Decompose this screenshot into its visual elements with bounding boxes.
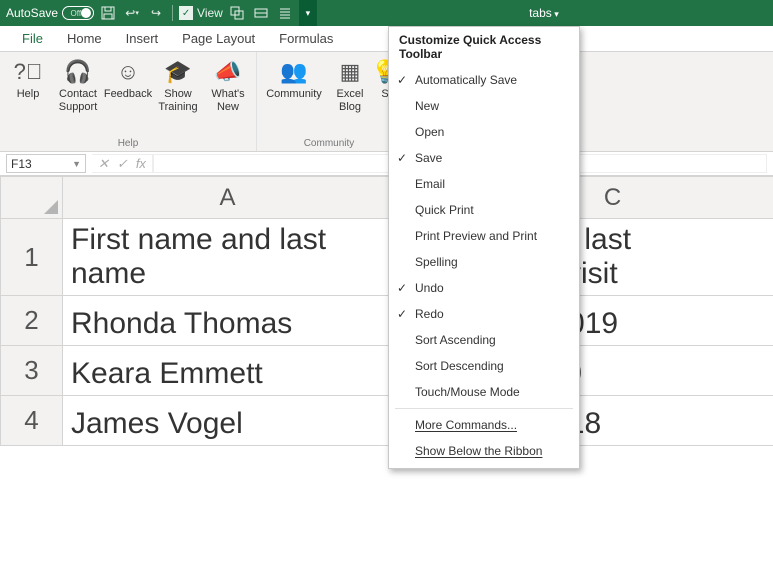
view-label: View (197, 6, 223, 20)
contact-support-button[interactable]: 🎧Contact Support (56, 56, 100, 115)
menu-item-label: Spelling (415, 255, 458, 269)
show-training-button[interactable]: 🎓Show Training (156, 56, 200, 115)
ribbon-group-label-community: Community (304, 138, 355, 149)
toggle-state: Off (71, 9, 82, 18)
headset-icon: 🎧 (64, 58, 92, 86)
select-all-corner[interactable] (1, 177, 63, 219)
menu-item-label: Sort Ascending (415, 333, 496, 347)
name-box[interactable]: F13 ▼ (6, 154, 86, 173)
autosave-label: AutoSave (6, 6, 58, 20)
qat-customize-button[interactable]: ▾ (299, 0, 317, 26)
menu-item-sort-descending[interactable]: Sort Descending (389, 353, 579, 379)
toggle-knob (81, 8, 91, 18)
cell-a4[interactable]: James Vogel (63, 396, 393, 446)
menu-item-automatically-save[interactable]: ✓Automatically Save (389, 67, 579, 93)
menu-item-label: Email (415, 177, 445, 191)
toggle-switch[interactable]: Off (62, 6, 94, 20)
tab-file[interactable]: File (10, 26, 55, 51)
tab-insert[interactable]: Insert (114, 26, 171, 51)
checkmark-icon: ✓ (389, 281, 415, 295)
menu-item-label: Save (415, 151, 442, 165)
menu-item-redo[interactable]: ✓Redo (389, 301, 579, 327)
tab-page-layout[interactable]: Page Layout (170, 26, 267, 51)
whats-new-button[interactable]: 📣What's New (206, 56, 250, 115)
col-header-a[interactable]: A (63, 177, 393, 219)
tab-formulas[interactable]: Formulas (267, 26, 345, 51)
menu-item-quick-print[interactable]: Quick Print (389, 197, 579, 223)
menu-item-label: Quick Print (415, 203, 474, 217)
menu-item-sort-ascending[interactable]: Sort Ascending (389, 327, 579, 353)
menu-item-label: Show Below the Ribbon (415, 444, 542, 458)
menu-item-open[interactable]: Open (389, 119, 579, 145)
menu-item-save[interactable]: ✓Save (389, 145, 579, 171)
menu-item-email[interactable]: Email (389, 171, 579, 197)
cell-a3[interactable]: Keara Emmett (63, 346, 393, 396)
confirm-icon[interactable]: ✓ (117, 156, 128, 172)
checkmark-icon: ✓ (389, 151, 415, 165)
menu-item-label: Redo (415, 307, 444, 321)
chevron-down-icon: ▼ (72, 159, 81, 169)
view-checkbox[interactable]: ✓ View (179, 3, 223, 23)
ribbon-group-help: ?⃝Help 🎧Contact Support ☺Feedback 🎓Show … (0, 52, 257, 151)
menu-item-print-preview-and-print[interactable]: Print Preview and Print (389, 223, 579, 249)
spreadsheet-grid: A C 1 First name and lastname Nvi of las… (0, 176, 773, 446)
menu-item-label: New (415, 99, 439, 113)
ribbon-tabs: File Home Insert Page Layout Formulas (0, 26, 773, 52)
smiley-icon: ☺ (114, 58, 142, 86)
redo-icon[interactable]: ↪ (146, 3, 166, 23)
fx-icon[interactable]: fx (136, 156, 146, 171)
row-header-2[interactable]: 2 (1, 296, 63, 346)
tab-home[interactable]: Home (55, 26, 114, 51)
menu-item-label: Touch/Mouse Mode (415, 385, 520, 399)
ribbon: ?⃝Help 🎧Contact Support ☺Feedback 🎓Show … (0, 52, 773, 152)
menu-item-touch-mouse-mode[interactable]: Touch/Mouse Mode (389, 379, 579, 405)
row-header-3[interactable]: 3 (1, 346, 63, 396)
qat-separator (172, 5, 173, 21)
menu-title: Customize Quick Access Toolbar (389, 27, 579, 67)
cancel-icon[interactable]: ✕ (98, 156, 109, 172)
checkmark-icon: ✓ (389, 307, 415, 321)
row-header-4[interactable]: 4 (1, 396, 63, 446)
menu-item-label: Undo (415, 281, 444, 295)
community-button[interactable]: 👥Community (263, 56, 325, 103)
menu-item-spelling[interactable]: Spelling (389, 249, 579, 275)
menu-item-label: Open (415, 125, 444, 139)
undo-icon[interactable]: ↩▾ (122, 3, 142, 23)
help-button[interactable]: ?⃝Help (6, 56, 50, 103)
graduation-icon: 🎓 (164, 58, 192, 86)
checkmark-icon: ✓ (389, 73, 415, 87)
titlebar: AutoSave Off ↩▾ ↪ ✓ View ▾ tabs (0, 0, 773, 26)
formula-bar: F13 ▼ ✕ ✓ fx (0, 152, 773, 176)
menu-item-more-commands[interactable]: More Commands... (389, 412, 579, 438)
people-icon: 👥 (280, 58, 308, 86)
menu-item-label: Automatically Save (415, 73, 517, 87)
row-header-1[interactable]: 1 (1, 219, 63, 296)
save-icon[interactable] (98, 3, 118, 23)
help-icon: ?⃝ (14, 58, 42, 86)
grid-icon: ▦ (336, 58, 364, 86)
cell-a2[interactable]: Rhonda Thomas (63, 296, 393, 346)
megaphone-icon: 📣 (214, 58, 242, 86)
menu-item-show-below[interactable]: Show Below the Ribbon (389, 438, 579, 464)
qat-icon-1[interactable] (227, 3, 247, 23)
menu-item-new[interactable]: New (389, 93, 579, 119)
menu-separator (395, 408, 573, 409)
sheet-table: A C 1 First name and lastname Nvi of las… (0, 176, 773, 446)
excel-blog-button[interactable]: ▦Excel Blog (331, 56, 369, 115)
qat-icon-3[interactable] (275, 3, 295, 23)
formula-controls: ✕ ✓ fx (92, 154, 153, 173)
name-box-value: F13 (11, 157, 32, 171)
ribbon-group-community: 👥Community ▦Excel Blog 💡S Community (257, 52, 402, 151)
qat-customize-menu: Customize Quick Access Toolbar ✓Automati… (388, 26, 580, 469)
menu-item-label: Print Preview and Print (415, 229, 537, 243)
qat-icon-2[interactable] (251, 3, 271, 23)
document-title[interactable]: tabs (321, 6, 767, 20)
menu-item-undo[interactable]: ✓Undo (389, 275, 579, 301)
feedback-button[interactable]: ☺Feedback (106, 56, 150, 103)
autosave-toggle[interactable]: AutoSave Off (6, 6, 94, 20)
ribbon-group-label-help: Help (118, 138, 139, 149)
menu-item-label: More Commands... (415, 418, 517, 432)
cell-a1[interactable]: First name and lastname (63, 219, 393, 296)
menu-item-label: Sort Descending (415, 359, 504, 373)
